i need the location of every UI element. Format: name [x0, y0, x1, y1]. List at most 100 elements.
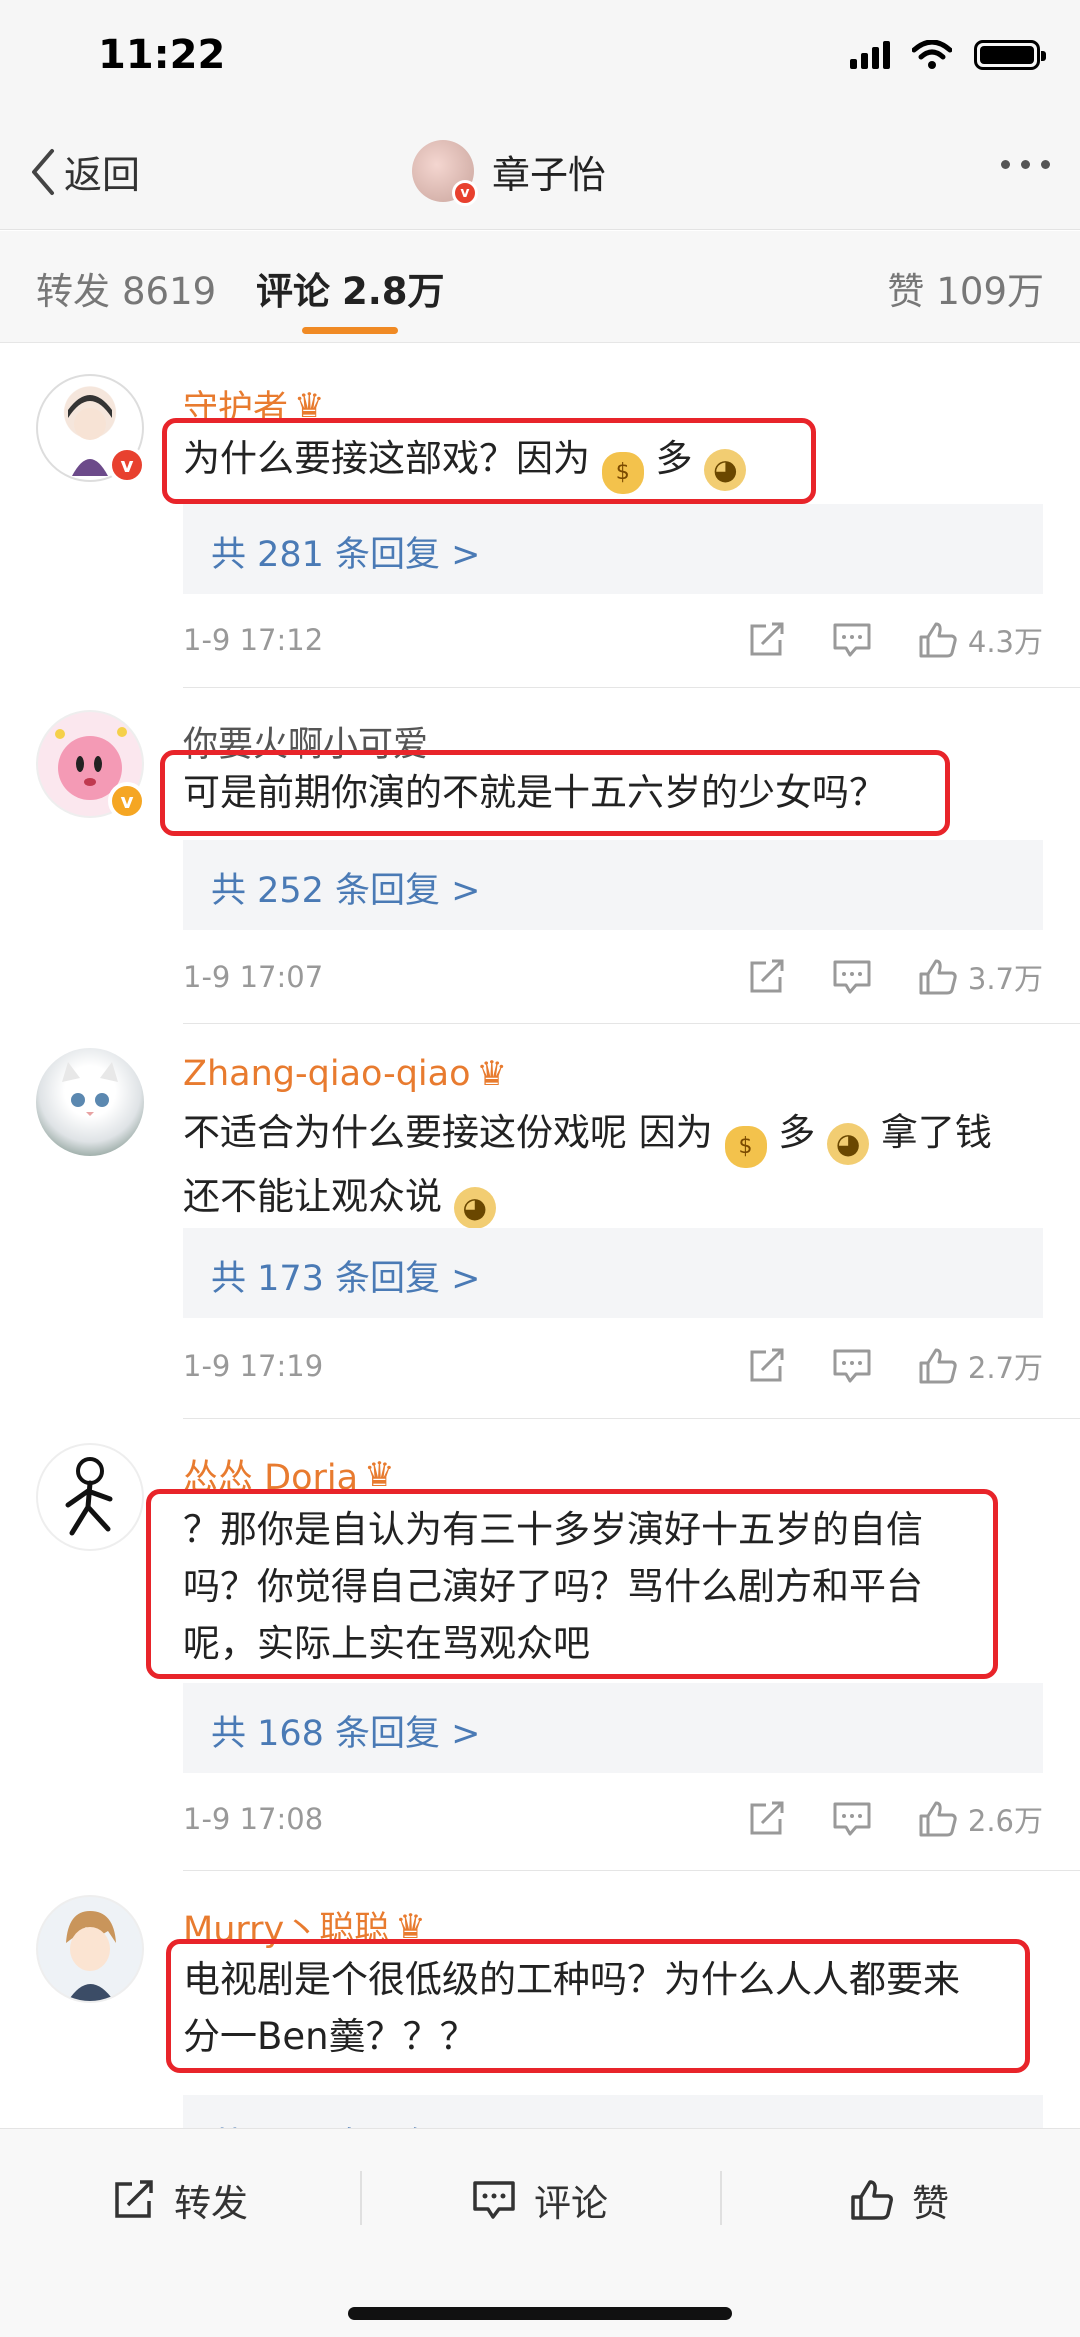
like-button[interactable]: 赞 [850, 2173, 949, 2227]
nav-profile[interactable]: v 章子怡 [412, 140, 607, 206]
tab-likes[interactable]: 赞 109万 [887, 261, 1044, 315]
thumbs-up-icon [919, 959, 957, 995]
username-text: Zhang-qiao-qiao [183, 1054, 471, 1094]
chevron-left-icon [32, 148, 54, 195]
doge-emoji-icon: ◕ [827, 1123, 870, 1165]
tab-comments[interactable]: 评论 2.8万 [256, 261, 445, 315]
comment-username[interactable]: Zhang-qiao-qiao ♛ [183, 1054, 507, 1094]
divider [183, 1870, 1080, 1871]
tab-indicator [302, 327, 398, 334]
like-button[interactable]: 2.7万 [918, 1345, 1043, 1387]
like-button[interactable]: 3.7万 [918, 956, 1043, 998]
replies-link[interactable]: 共 173 条回复 > [183, 1228, 1043, 1318]
repost-button[interactable]: 转发 [112, 2173, 248, 2227]
tab-likes-count: 109万 [936, 270, 1044, 313]
divider [360, 2171, 362, 2225]
replies-text: 共 252 条回复 > [211, 871, 481, 911]
verified-badge-icon: v [108, 446, 146, 484]
comment-text: ？那你是自认为有三十多岁演好十五岁的自信 吗？你觉得自己演好了吗？骂什么剧方和平… [183, 1508, 923, 1665]
comment-icon [473, 2181, 515, 2219]
doge-emoji-icon: ◕ [704, 449, 747, 491]
tab-repost-label: 转发 [36, 270, 110, 313]
home-indicator[interactable] [348, 2307, 732, 2320]
avatar[interactable]: v [36, 710, 146, 820]
comment-meta: 1-9 17:19 2.7万 [183, 1345, 1043, 1395]
cellular-signal-icon [850, 41, 890, 69]
comment-icon [833, 960, 871, 994]
avatar[interactable] [36, 1443, 144, 1551]
replies-link[interactable]: 共 168 条回复 > [183, 1683, 1043, 1773]
like-button[interactable]: 2.6万 [918, 1798, 1043, 1840]
comment-time: 1-9 17:08 [183, 1802, 324, 1836]
crown-icon: ♛ [476, 1054, 508, 1094]
avatar[interactable] [36, 1895, 144, 2003]
comment-label: 评论 [534, 2182, 608, 2225]
money-bag-icon: $ [601, 452, 644, 494]
divider [720, 2171, 722, 2225]
like-label: 赞 [912, 2182, 949, 2225]
comment-text: 可是前期你演的不就是十五六岁的少女吗？ [183, 771, 886, 814]
replies-text: 共 168 条回复 > [211, 1714, 481, 1754]
comment-text: 不适合为什么要接这份戏呢 因为 $ 多 ◕ 拿了钱 还不能让观众说 ◕ [183, 1104, 1043, 1229]
comment-icon [833, 1802, 871, 1836]
reply-button[interactable] [832, 622, 872, 658]
like-count: 2.7万 [967, 1351, 1043, 1385]
thumbs-up-icon [919, 622, 957, 658]
status-bar: 11:22 [0, 0, 1080, 120]
verified-badge-icon: v [108, 782, 146, 820]
avatar[interactable] [36, 1048, 144, 1156]
verified-badge-icon: v [452, 180, 478, 206]
share-button[interactable] [748, 622, 786, 658]
replies-link[interactable]: 共 281 条回复 > [183, 504, 1043, 594]
share-icon [750, 1801, 784, 1835]
like-button[interactable]: 4.3万 [918, 619, 1043, 661]
comment-time: 1-9 17:19 [183, 1349, 324, 1383]
status-icons [850, 40, 1046, 70]
bottom-action-bar: 转发 评论 赞 [0, 2128, 1080, 2337]
thumbs-up-icon [851, 2180, 893, 2220]
comment-meta: 1-9 17:12 4.3万 [183, 619, 1043, 669]
replies-text: 共 173 条回复 > [211, 1259, 481, 1299]
wifi-icon [912, 40, 952, 69]
share-icon [750, 1348, 784, 1382]
more-icon[interactable] [1001, 160, 1050, 169]
back-label: 返回 [64, 153, 141, 197]
comment-time: 1-9 17:07 [183, 960, 324, 994]
replies-text: 共 281 条回复 > [211, 535, 481, 575]
tab-bar: 转发 8619 评论 2.8万 赞 109万 [0, 231, 1080, 343]
share-button[interactable] [748, 1801, 786, 1837]
nav-bar: 返回 v 章子怡 [0, 120, 1080, 230]
tab-repost-count: 8619 [122, 270, 217, 313]
repost-label: 转发 [174, 2182, 248, 2225]
money-bag-icon: $ [724, 1126, 767, 1168]
like-count: 3.7万 [967, 962, 1043, 996]
replies-link[interactable]: 共 252 条回复 > [183, 840, 1043, 930]
tab-comments-count: 2.8万 [342, 270, 445, 313]
share-button[interactable] [748, 959, 786, 995]
like-count: 2.6万 [967, 1804, 1043, 1838]
avatar[interactable]: v [36, 374, 146, 484]
tab-repost[interactable]: 转发 8619 [36, 261, 216, 315]
comment-meta: 1-9 17:08 2.6万 [183, 1798, 1043, 1848]
divider [183, 1023, 1080, 1024]
like-count: 4.3万 [967, 625, 1043, 659]
share-icon [750, 622, 784, 656]
share-button[interactable] [748, 1348, 786, 1384]
comment-meta: 1-9 17:07 3.7万 [183, 956, 1043, 1006]
tab-likes-label: 赞 [887, 270, 925, 313]
thumbs-up-icon [919, 1348, 957, 1384]
page-title: 章子怡 [492, 152, 607, 197]
comment-icon [833, 623, 871, 657]
reply-button[interactable] [832, 1801, 872, 1837]
comment-time: 1-9 17:12 [183, 623, 324, 657]
status-time: 11:22 [98, 32, 226, 78]
comment-button[interactable]: 评论 [472, 2173, 608, 2227]
back-button[interactable]: 返回 [28, 144, 140, 199]
reply-button[interactable] [832, 959, 872, 995]
doge-emoji-icon: ◕ [453, 1187, 496, 1229]
reply-button[interactable] [832, 1348, 872, 1384]
comment-text: 为什么要接这部戏？因为 $ 多 ◕ [183, 430, 1043, 494]
share-icon [115, 2180, 153, 2218]
divider [183, 1418, 1080, 1419]
thumbs-up-icon [919, 1801, 957, 1837]
